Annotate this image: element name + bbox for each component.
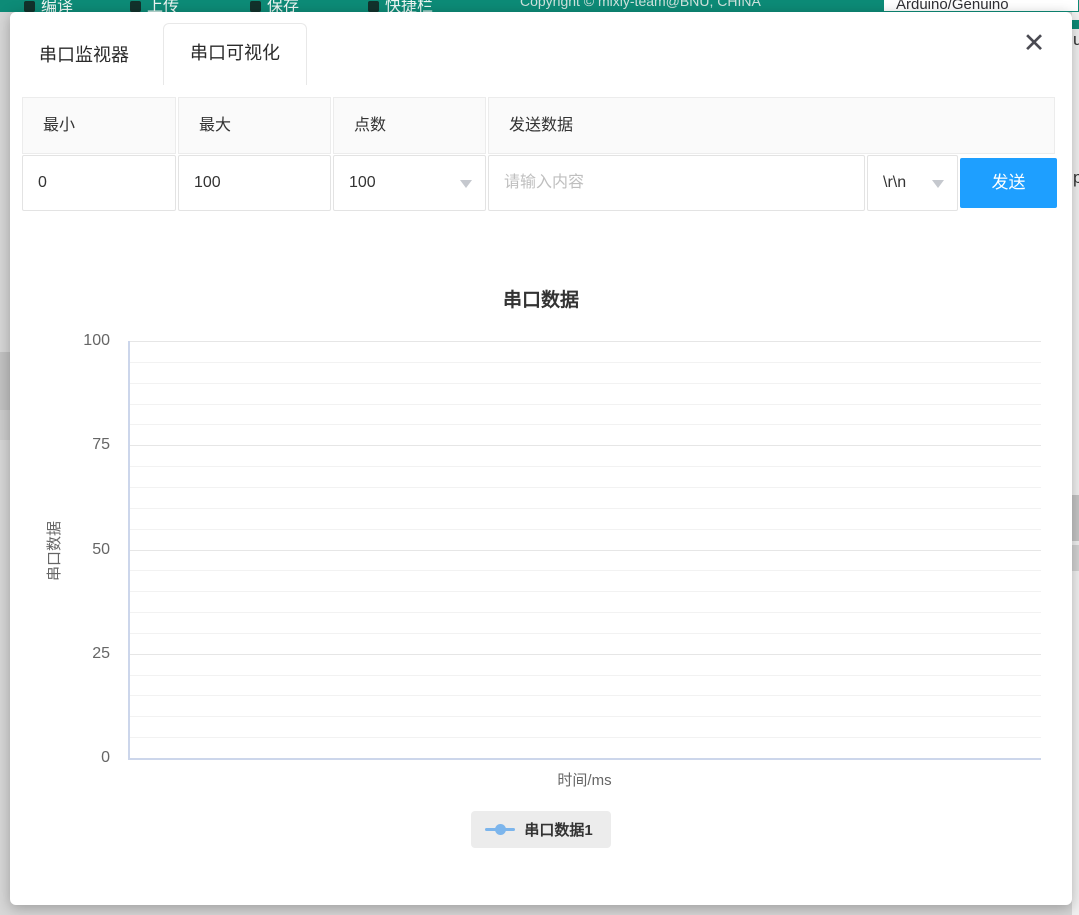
- min-header: 最小: [22, 97, 176, 154]
- menu-item-save[interactable]: 保存: [250, 0, 299, 12]
- gridline: [130, 737, 1041, 738]
- copyright-text: Copyright © mixly-team@BNU, CHINA: [520, 0, 761, 9]
- tab-serial-monitor[interactable]: 串口监视器: [25, 25, 143, 85]
- points-select[interactable]: 100: [333, 155, 486, 211]
- menu-item-shortcut[interactable]: 快捷栏: [368, 0, 433, 12]
- gridline: [130, 633, 1041, 634]
- toolbar-edge-fragment: [1072, 20, 1079, 29]
- board-selector[interactable]: Arduino/Genuino: [884, 0, 1078, 11]
- legend-label: 串口数据1: [524, 819, 592, 840]
- gridline: [130, 612, 1041, 613]
- save-icon: [250, 1, 261, 12]
- gridline: [130, 529, 1041, 530]
- y-axis-title: 串口数据: [43, 493, 67, 609]
- edge-letter-p: p: [1073, 168, 1079, 188]
- left-edge-strip: [0, 12, 10, 915]
- shortcut-icon: [368, 1, 379, 12]
- left-scrollbar-thumb[interactable]: [0, 352, 10, 410]
- gridline: [130, 591, 1041, 592]
- y-tick-label: 75: [44, 434, 110, 456]
- chevron-down-icon: [932, 180, 944, 194]
- min-input[interactable]: [22, 155, 176, 211]
- send-button[interactable]: 发送: [960, 158, 1057, 208]
- gridline: [130, 404, 1041, 405]
- menu-item-compile[interactable]: 编译: [24, 0, 73, 12]
- plot-area: [128, 341, 1041, 760]
- legend: 串口数据1: [10, 811, 1072, 848]
- right-scrollbar-segment: [1072, 545, 1079, 571]
- left-scrollbar-segment: [0, 410, 10, 440]
- y-tick-label: 25: [44, 643, 110, 665]
- gridline: [130, 466, 1041, 467]
- upload-icon: [130, 1, 141, 12]
- gridline: [130, 654, 1041, 655]
- gridline: [130, 383, 1041, 384]
- compile-icon: [24, 1, 35, 12]
- gridline: [130, 487, 1041, 488]
- close-icon[interactable]: ✕: [1015, 24, 1053, 62]
- gridline: [130, 570, 1041, 571]
- tab-serial-visualization[interactable]: 串口可视化: [163, 23, 307, 85]
- gridline: [130, 695, 1041, 696]
- gridline: [130, 508, 1041, 509]
- menu-item-upload[interactable]: 上传: [130, 0, 179, 12]
- gridline: [130, 362, 1041, 363]
- line-series-marker-icon: [485, 822, 515, 837]
- gridline: [130, 445, 1041, 446]
- legend-item-series1[interactable]: 串口数据1: [471, 811, 610, 848]
- gridline: [130, 341, 1041, 342]
- max-input[interactable]: [178, 155, 331, 211]
- right-edge-strip: u p: [1072, 12, 1079, 915]
- max-header: 最大: [178, 97, 331, 154]
- x-axis-title: 时间/ms: [128, 769, 1041, 790]
- send-data-header: 发送数据: [488, 97, 1055, 154]
- screen: { "top_bar": { "menu_items": [ {"label":…: [0, 0, 1079, 915]
- serial-dialog: ✕ 串口监视器 串口可视化 最小 最大 点数 发送数据 100 \r\n 发送 …: [10, 12, 1072, 905]
- gridline: [130, 550, 1041, 551]
- chevron-down-icon: [460, 180, 472, 194]
- line-ending-select[interactable]: \r\n: [867, 155, 958, 211]
- y-tick-label: 100: [44, 330, 110, 352]
- gridline: [130, 424, 1041, 425]
- gridline: [130, 675, 1041, 676]
- send-data-input[interactable]: [488, 155, 865, 211]
- gridline: [130, 716, 1041, 717]
- y-tick-label: 0: [44, 747, 110, 769]
- edge-letter-u: u: [1073, 30, 1079, 50]
- points-header: 点数: [333, 97, 486, 154]
- chart-title: 串口数据: [10, 285, 1072, 312]
- right-scrollbar-thumb[interactable]: [1072, 495, 1079, 541]
